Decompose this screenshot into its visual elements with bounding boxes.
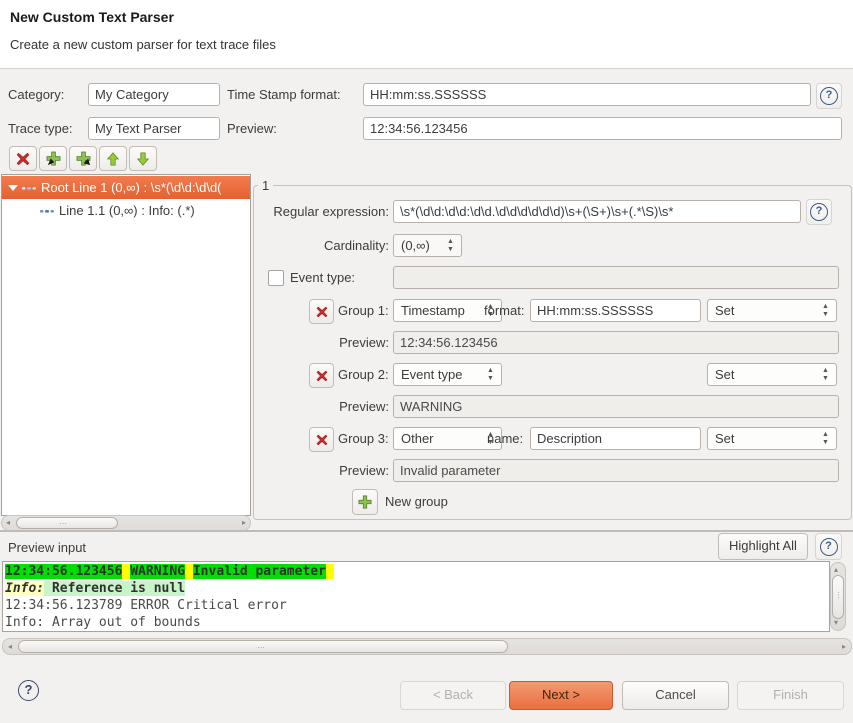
group-1-preview-label: Preview: — [305, 331, 389, 354]
add-child-icon — [76, 151, 91, 166]
event-type-input — [393, 266, 839, 289]
group-3-delete-button[interactable] — [309, 427, 334, 452]
help-icon: ? — [810, 203, 828, 221]
group-3-name-label: name: — [487, 427, 523, 450]
tree-item-label: Line 1.1 (0,∞) : Info: (.*) — [59, 203, 195, 218]
dialog-help-button[interactable]: ? — [18, 680, 39, 701]
timestamp-help-button[interactable]: ? — [816, 83, 842, 109]
group-2-action-combo[interactable]: Set ▲▼ — [707, 363, 837, 386]
highlight-all-button[interactable]: Highlight All — [718, 533, 808, 560]
add-next-icon — [46, 151, 61, 166]
line-icon — [22, 185, 36, 192]
regex-input[interactable]: \s*(\d\d:\d\d:\d\d.\d\d\d\d\d\d)\s+(\S+)… — [393, 200, 801, 223]
group-3-tag-combo[interactable]: Other▲▼ — [393, 427, 502, 450]
cardinality-spinner[interactable]: (0,∞) ▲▼ — [393, 234, 462, 257]
category-input[interactable]: My Category — [88, 83, 220, 106]
group-1-action-value: Set — [715, 303, 735, 318]
help-icon: ? — [820, 538, 838, 556]
tree-item-line-1-1[interactable]: Line 1.1 (0,∞) : Info: (.*) — [2, 199, 250, 222]
preview-vscrollbar[interactable]: ▴ ⋯ ▾ — [830, 562, 846, 631]
cardinality-value: (0,∞) — [401, 238, 430, 253]
group-1-format-label: format: — [484, 299, 524, 322]
page-title: New Custom Text Parser — [10, 9, 174, 25]
new-custom-text-parser-dialog: New Custom Text Parser Create a new cust… — [0, 0, 853, 723]
group-3-label: Group 3: — [338, 427, 389, 450]
help-icon: ? — [820, 87, 838, 105]
tree-hscrollbar[interactable]: ◂ ⋯ ▸ — [1, 515, 251, 531]
line-icon — [40, 208, 54, 215]
group-3-preview-value: Invalid parameter — [393, 459, 839, 482]
cancel-button[interactable]: Cancel — [622, 681, 729, 710]
group-3-action-value: Set — [715, 431, 735, 446]
spinner-arrows-icon[interactable]: ▲▼ — [821, 431, 830, 447]
red-x-icon — [316, 434, 328, 446]
expander-icon[interactable] — [8, 185, 18, 191]
preview-input-text[interactable]: 12:34:56.123456 WARNING Invalid paramete… — [2, 561, 830, 632]
add-next-line-button[interactable] — [39, 146, 67, 171]
group-1-action-combo[interactable]: Set ▲▼ — [707, 299, 837, 322]
help-icon: ? — [18, 680, 39, 701]
group-1-delete-button[interactable] — [309, 299, 334, 324]
tree-item-root-line[interactable]: Root Line 1 (0,∞) : \s*(\d\d:\d\d( — [2, 176, 250, 199]
red-x-icon — [16, 152, 30, 166]
add-child-line-button[interactable] — [69, 146, 97, 171]
splitter-sash[interactable] — [0, 530, 853, 532]
timestamp-format-input[interactable]: HH:mm:ss.SSSSSS — [363, 83, 811, 106]
event-type-checkbox[interactable] — [268, 270, 284, 286]
groupbox-label: 1 — [258, 178, 273, 193]
group-3-preview-label: Preview: — [305, 459, 389, 482]
finish-button: Finish — [737, 681, 844, 710]
cardinality-label: Cardinality: — [255, 234, 389, 257]
new-group-button[interactable] — [352, 489, 378, 515]
group-2-action-value: Set — [715, 367, 735, 382]
tree-item-label: Root Line 1 (0,∞) : \s*(\d\d:\d\d( — [41, 180, 222, 195]
back-button: < Back — [400, 681, 506, 710]
move-up-button[interactable] — [99, 146, 127, 171]
group-2-tag-value: Event type — [401, 367, 462, 382]
group-3-tag-value: Other — [401, 431, 434, 446]
preview-help-button[interactable]: ? — [815, 533, 842, 560]
spinner-arrows-icon[interactable]: ▲▼ — [446, 238, 455, 254]
spinner-arrows-icon[interactable]: ▲▼ — [821, 367, 830, 383]
spinner-arrows-icon[interactable]: ▲▼ — [821, 303, 830, 319]
line-tree: Root Line 1 (0,∞) : \s*(\d\d:\d\d( Line … — [1, 174, 251, 516]
trace-type-input[interactable]: My Text Parser — [88, 117, 220, 140]
group-2-tag-combo[interactable]: Event type ▲▼ — [393, 363, 502, 386]
regex-label: Regular expression: — [255, 200, 389, 223]
preview-hscrollbar[interactable]: ◂ ⋯ ▸ — [2, 638, 852, 655]
new-group-label: New group — [385, 490, 448, 513]
group-2-preview-label: Preview: — [305, 395, 389, 418]
trace-type-label: Trace type: — [8, 117, 73, 140]
page-subtitle: Create a new custom parser for text trac… — [10, 37, 276, 52]
preview-label: Preview: — [227, 117, 277, 140]
spinner-arrows-icon[interactable]: ▲▼ — [486, 367, 495, 383]
group-3-name-input[interactable]: Description — [530, 427, 701, 450]
preview-input-label: Preview input — [8, 536, 86, 559]
group-2-label: Group 2: — [338, 363, 389, 386]
group-1-tag-value: Timestamp — [401, 303, 465, 318]
arrow-up-icon — [106, 152, 120, 166]
next-button[interactable]: Next > — [509, 681, 613, 710]
red-x-icon — [316, 306, 328, 318]
delete-line-button[interactable] — [9, 146, 37, 171]
group-2-delete-button[interactable] — [309, 363, 334, 388]
red-x-icon — [316, 370, 328, 382]
regex-help-button[interactable]: ? — [806, 199, 832, 225]
group-1-preview-value: 12:34:56.123456 — [393, 331, 839, 354]
category-label: Category: — [8, 83, 64, 106]
timestamp-format-label: Time Stamp format: — [227, 83, 341, 106]
group-3-action-combo[interactable]: Set ▲▼ — [707, 427, 837, 450]
group-1-label: Group 1: — [338, 299, 389, 322]
event-type-label: Event type: — [290, 266, 355, 289]
group-1-format-input[interactable]: HH:mm:ss.SSSSSS — [530, 299, 701, 322]
group-2-preview-value: WARNING — [393, 395, 839, 418]
move-down-button[interactable] — [129, 146, 157, 171]
timestamp-preview-input[interactable]: 12:34:56.123456 — [363, 117, 842, 140]
arrow-down-icon — [136, 152, 150, 166]
green-plus-icon — [358, 495, 372, 509]
